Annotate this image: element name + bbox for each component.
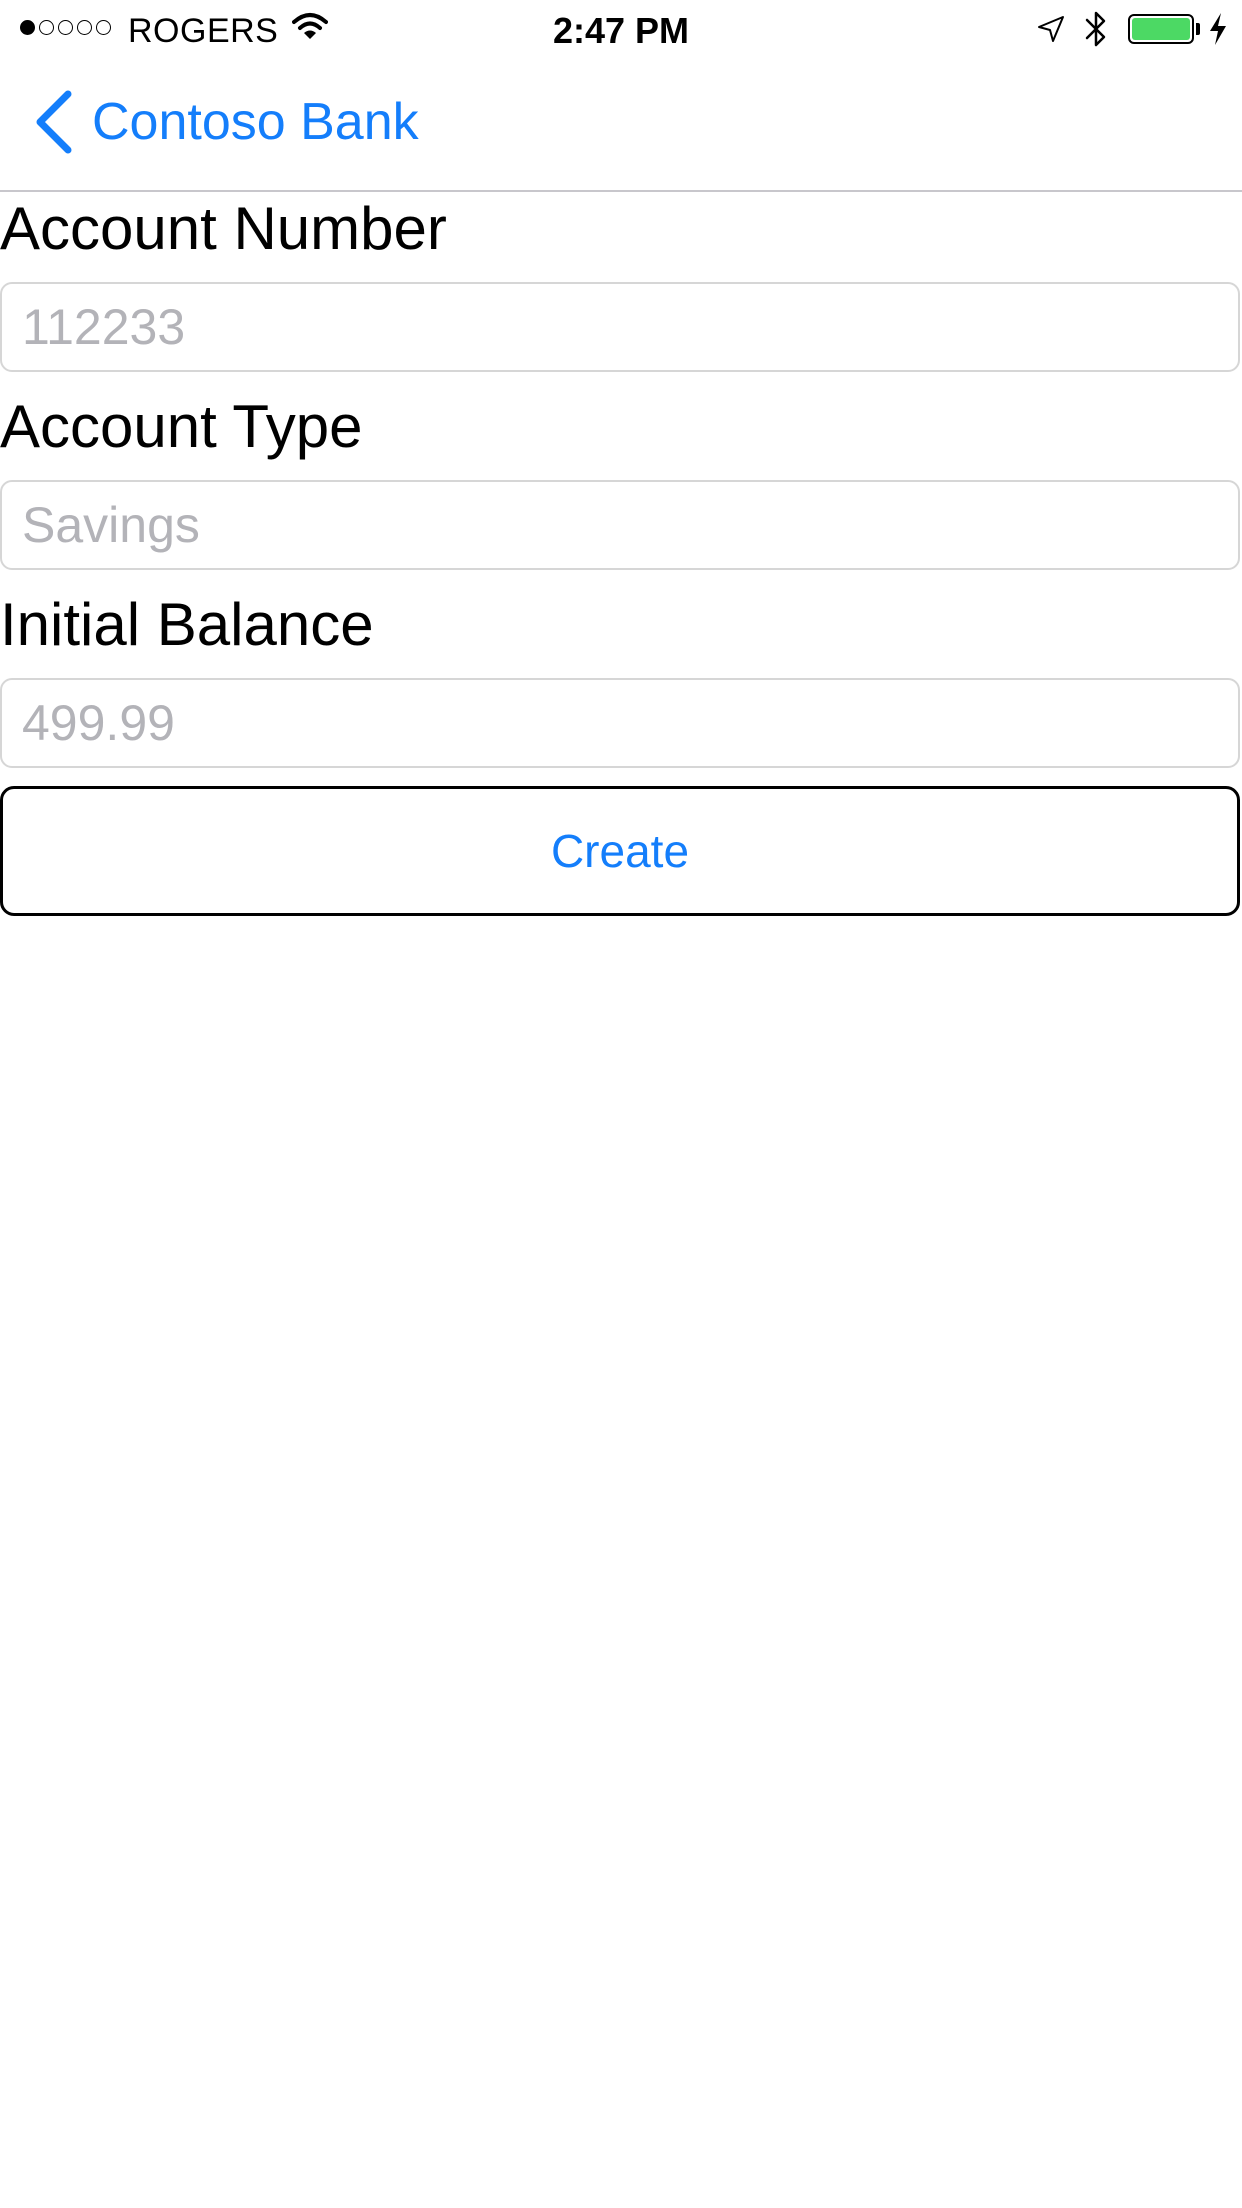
create-button[interactable]: Create (0, 786, 1240, 916)
charging-icon (1210, 13, 1226, 45)
account-number-label: Account Number (0, 195, 447, 262)
account-type-input[interactable] (0, 480, 1240, 570)
create-button-label: Create (550, 825, 690, 877)
account-number-input[interactable] (0, 282, 1240, 372)
account-type-label: Account Type (0, 393, 363, 460)
battery-icon (1128, 14, 1194, 44)
location-icon (1038, 16, 1064, 42)
status-bar: ROGERS 2:47 PM (0, 0, 1242, 60)
navigation-bar: Contoso Bank (0, 60, 1242, 192)
screen: ROGERS 2:47 PM Contoso Bank Account Numb… (0, 0, 1242, 2208)
chevron-left-icon (36, 90, 72, 154)
back-button[interactable]: Contoso Bank (34, 90, 419, 154)
battery-nub (1196, 23, 1200, 35)
battery-level (1132, 18, 1190, 40)
bluetooth-icon (1085, 11, 1106, 47)
back-button-label: Contoso Bank (92, 93, 419, 151)
initial-balance-input[interactable] (0, 678, 1240, 768)
initial-balance-label: Initial Balance (0, 591, 374, 658)
